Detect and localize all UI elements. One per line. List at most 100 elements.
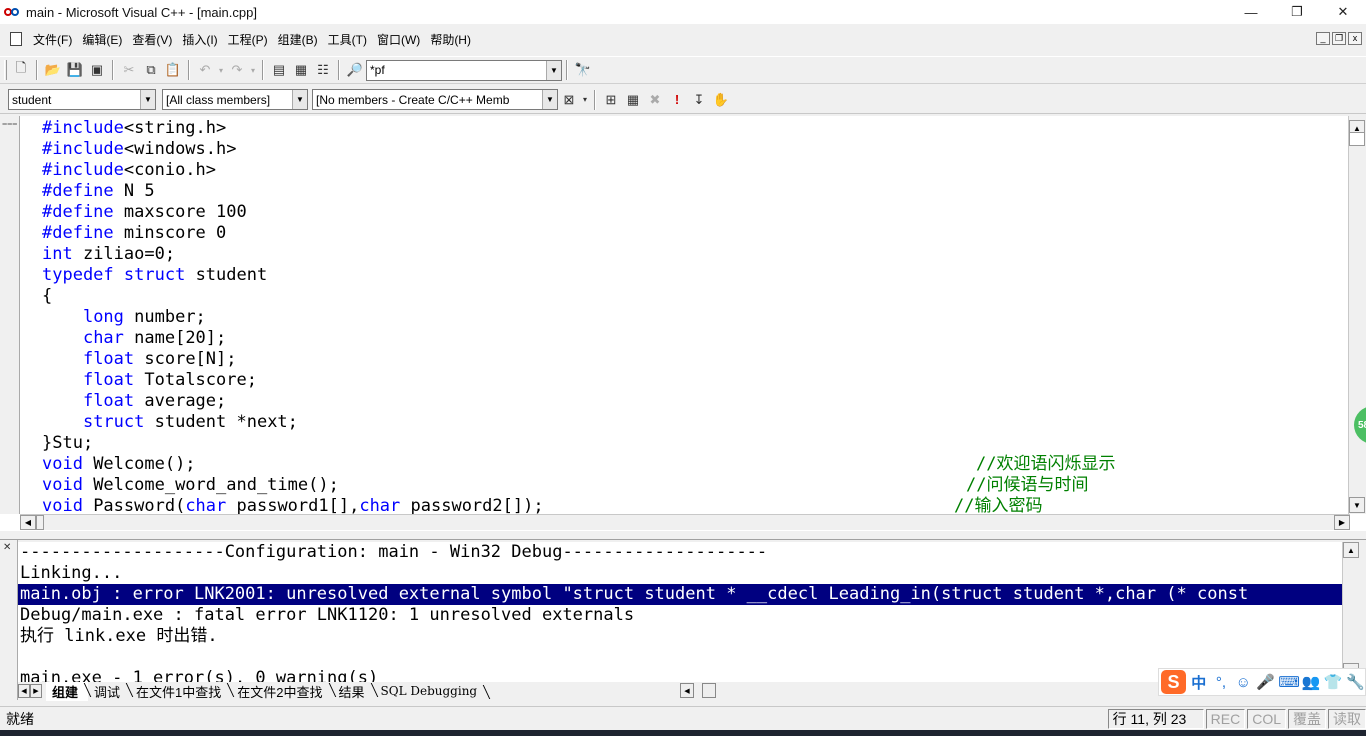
editor-vertical-scrollbar[interactable]: ▲ ▼ <box>1348 116 1366 514</box>
close-button[interactable]: ✕ <box>1320 0 1366 24</box>
scroll-left-icon[interactable]: ◀ <box>20 515 36 530</box>
find-binoculars-icon[interactable]: 🔭 <box>572 59 594 81</box>
code-line[interactable]: }Stu; <box>42 433 544 454</box>
code-line[interactable]: void Welcome(); <box>42 454 544 475</box>
code-line[interactable]: typedef struct student <box>42 265 544 286</box>
save-all-icon[interactable]: ▣ <box>86 59 108 81</box>
build-icon[interactable]: ▦ <box>622 89 644 111</box>
wizard-dropdown-icon[interactable]: ▾ <box>580 89 590 111</box>
menu-project[interactable]: 工程(P) <box>223 31 273 48</box>
code-line[interactable]: float average; <box>42 391 544 412</box>
mdi-close-button[interactable]: x <box>1348 32 1362 45</box>
redo-icon[interactable]: ↷ <box>226 59 248 81</box>
code-line[interactable]: int ziliao=0; <box>42 244 544 265</box>
toolbar-grip[interactable] <box>4 60 7 80</box>
window-list-icon[interactable]: ☷ <box>312 59 334 81</box>
breakpoint-hand-icon[interactable]: ✋ <box>710 89 732 111</box>
tab-find-in-files-2[interactable]: 在文件2中查找 <box>231 682 332 701</box>
sogou-logo-icon[interactable]: S <box>1161 670 1187 694</box>
mdi-minimize-button[interactable]: _ <box>1316 32 1330 45</box>
code-line[interactable]: void Welcome_word_and_time(); <box>42 475 544 496</box>
scroll-left-icon[interactable]: ◀ <box>680 683 694 698</box>
code-editor[interactable]: ⩶ #include<string.h> #include<windows.h> #… <box>0 116 1366 530</box>
wizard-action-icon[interactable]: ⊠ <box>558 89 580 111</box>
scroll-thumb[interactable] <box>1349 132 1365 146</box>
copy-icon[interactable]: ⧉ <box>140 59 162 81</box>
tab-sql-debugging[interactable]: SQL Debugging <box>375 684 488 698</box>
editor-horizontal-scrollbar[interactable]: ◀ ▶ <box>20 514 1350 530</box>
output-window-icon[interactable]: ▦ <box>290 59 312 81</box>
ime-voice-icon[interactable]: 🎤 <box>1256 673 1275 691</box>
find-in-files-icon[interactable]: 🔎 <box>344 59 366 81</box>
chevron-down-icon[interactable]: ▼ <box>292 90 307 109</box>
output-line[interactable]: Debug/main.exe : fatal error LNK1120: 1 … <box>18 605 1342 626</box>
ime-user-icon[interactable]: 👥 <box>1301 673 1320 691</box>
ime-punctuation-icon[interactable]: °, <box>1211 674 1230 691</box>
code-line[interactable]: float score[N]; <box>42 349 544 370</box>
go-debug-icon[interactable]: ↧ <box>688 89 710 111</box>
menu-help[interactable]: 帮助(H) <box>425 31 476 48</box>
ime-keyboard-icon[interactable]: ⌨ <box>1278 673 1300 691</box>
tab-results[interactable]: 结果 <box>333 682 375 701</box>
undo-icon[interactable]: ↶ <box>194 59 216 81</box>
mdi-restore-button[interactable]: ❐ <box>1332 32 1346 45</box>
save-icon[interactable]: 💾 <box>64 59 86 81</box>
output-line[interactable]: main.exe - 1 error(s), 0 warning(s) <box>18 668 1342 682</box>
hscroll-thumb[interactable] <box>36 515 44 530</box>
execute-icon[interactable]: ! <box>666 89 688 111</box>
close-icon[interactable]: ✕ <box>3 542 11 553</box>
menu-view[interactable]: 查看(V) <box>127 31 177 48</box>
paste-icon[interactable]: 📋 <box>162 59 184 81</box>
menu-tools[interactable]: 工具(T) <box>323 31 372 48</box>
redo-dropdown-icon[interactable]: ▾ <box>248 59 258 81</box>
members-combo[interactable]: [No members - Create C/C++ Memb ▼ <box>312 89 558 110</box>
build-output[interactable]: --------------------Configuration: main … <box>18 542 1342 682</box>
code-line[interactable]: { <box>42 286 544 307</box>
tab-build[interactable]: 组建 <box>46 681 89 701</box>
workspace-icon[interactable]: ▤ <box>268 59 290 81</box>
code-line[interactable]: #include<conio.h> <box>42 160 544 181</box>
hscroll-thumb[interactable] <box>702 683 716 698</box>
output-line[interactable]: Linking... <box>18 563 1342 584</box>
scroll-down-icon[interactable]: ▼ <box>1349 497 1365 513</box>
ime-settings-icon[interactable]: 🔧 <box>1346 673 1365 691</box>
minimize-button[interactable]: — <box>1228 0 1274 24</box>
new-file-icon[interactable]: 🗋 <box>10 59 32 81</box>
cut-icon[interactable]: ✂ <box>118 59 140 81</box>
chevron-down-icon[interactable]: ▼ <box>140 90 155 109</box>
class-combo[interactable]: student ▼ <box>8 89 156 110</box>
code-line[interactable]: #define minscore 0 <box>42 223 544 244</box>
chevron-down-icon[interactable]: ▼ <box>546 60 561 80</box>
output-line[interactable]: main.obj : error LNK2001: unresolved ext… <box>18 584 1342 605</box>
tab-nav-prev-icon[interactable]: ▶ <box>30 684 42 698</box>
stop-build-icon[interactable]: ✖ <box>644 89 666 111</box>
open-folder-icon[interactable]: 📂 <box>42 59 64 81</box>
menu-build[interactable]: 组建(B) <box>273 31 323 48</box>
find-combo[interactable]: *pf ▼ <box>366 59 562 81</box>
ime-emoji-icon[interactable]: ☺ <box>1234 674 1253 691</box>
code-text[interactable]: #include<string.h> #include<windows.h> #in… <box>42 118 544 517</box>
code-line[interactable]: float Totalscore; <box>42 370 544 391</box>
code-line[interactable]: struct student *next; <box>42 412 544 433</box>
output-line[interactable]: 执行 link.exe 时出错. <box>18 626 1342 647</box>
maximize-button[interactable]: ❐ <box>1274 0 1320 24</box>
scroll-up-icon[interactable]: ▲ <box>1343 542 1359 558</box>
tab-find-in-files-1[interactable]: 在文件1中查找 <box>130 682 231 701</box>
output-line[interactable] <box>18 647 1342 668</box>
code-line[interactable]: #define N 5 <box>42 181 544 202</box>
output-line[interactable]: --------------------Configuration: main … <box>18 542 1342 563</box>
code-line[interactable]: long number; <box>42 307 544 328</box>
output-vertical-scrollbar[interactable]: ▲ ▼ <box>1342 542 1360 680</box>
menu-file[interactable]: 文件(F) <box>28 31 77 48</box>
code-line[interactable]: #define maxscore 100 <box>42 202 544 223</box>
ime-chinese-mode[interactable]: 中 <box>1189 672 1208 693</box>
document-icon[interactable] <box>10 32 22 46</box>
code-line[interactable]: #include<string.h> <box>42 118 544 139</box>
tab-nav-first-icon[interactable]: ◀ <box>18 684 30 698</box>
menu-insert[interactable]: 插入(I) <box>177 31 222 48</box>
pane-splitter[interactable] <box>0 530 1366 540</box>
code-line[interactable]: char name[20]; <box>42 328 544 349</box>
code-line[interactable]: #include<windows.h> <box>42 139 544 160</box>
menu-window[interactable]: 窗口(W) <box>372 31 425 48</box>
undo-dropdown-icon[interactable]: ▾ <box>216 59 226 81</box>
